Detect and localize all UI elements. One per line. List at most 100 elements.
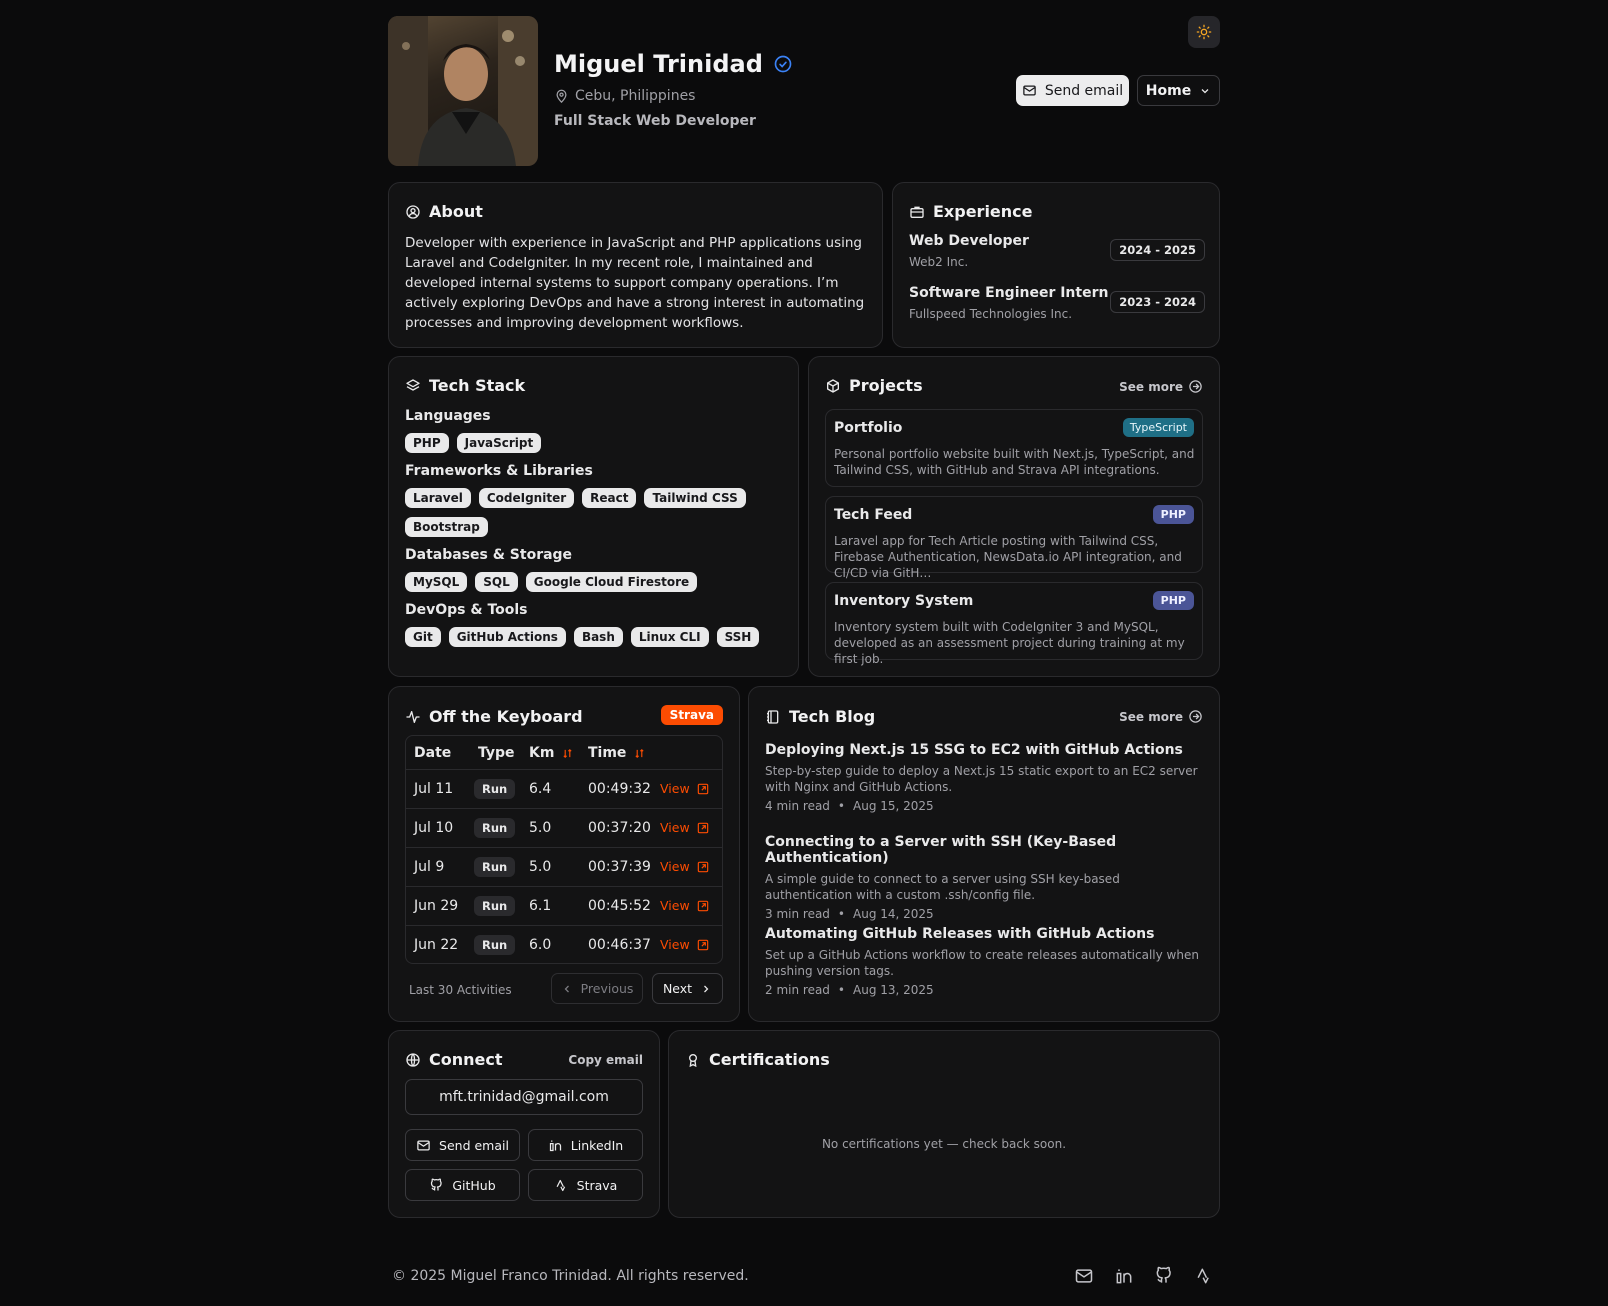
projects-card: Projects See more Portfolio TypeScript P… [808, 356, 1220, 677]
activity-time: 00:49:32 [588, 781, 651, 797]
blog-post[interactable]: Automating GitHub Releases with GitHub A… [765, 926, 1205, 997]
project-desc: Laravel app for Tech Article posting wit… [834, 534, 1182, 580]
activity-km: 6.4 [529, 781, 552, 797]
blog-post[interactable]: Connecting to a Server with SSH (Key-Bas… [765, 834, 1205, 921]
activity-row: Jul 11 Run 6.4 00:49:32 View [406, 770, 722, 809]
blog-post-desc: A simple guide to connect to a server us… [765, 872, 1120, 902]
about-title: About [429, 202, 483, 221]
blog-see-more-link[interactable]: See more [1119, 709, 1203, 724]
view-label: View [660, 859, 690, 874]
tech-chip: Git [405, 627, 441, 647]
experience-title: Experience [933, 202, 1033, 221]
tech-chip: GitHub Actions [448, 627, 566, 647]
view-label: View [660, 781, 690, 796]
footer-mail-icon[interactable] [1074, 1266, 1094, 1286]
activity-type-badge: Run [474, 818, 516, 838]
activities-count-note: Last 30 Activities [409, 983, 512, 997]
github-button[interactable]: GitHub [405, 1169, 520, 1201]
column-header-type: Type [478, 745, 515, 761]
project-badge: PHP [1152, 591, 1194, 610]
previous-label: Previous [580, 981, 634, 996]
bullet-separator: • [837, 799, 845, 813]
activity-date: Jun 22 [414, 937, 459, 953]
project-item[interactable]: Portfolio TypeScript Personal portfolio … [825, 409, 1203, 487]
activities-title: Off the Keyboard [429, 707, 583, 726]
activity-view-link[interactable]: View [660, 859, 710, 874]
experience-item: Web Developer Web2 Inc. 2024 - 2025 [909, 233, 1205, 269]
activity-row: Jun 22 Run 6.0 00:46:37 View [406, 926, 722, 963]
linkedin-label: LinkedIn [570, 1137, 624, 1153]
blog-post-date: Aug 14, 2025 [853, 907, 934, 921]
project-badge: PHP [1152, 505, 1194, 524]
tech-chip: Bootstrap [405, 517, 488, 537]
column-header-km[interactable]: Km [529, 745, 573, 761]
projects-see-more-link[interactable]: See more [1119, 379, 1203, 394]
mail-icon [416, 1138, 431, 1153]
activity-view-link[interactable]: View [660, 898, 710, 913]
activity-date: Jul 11 [414, 781, 454, 797]
blog-post-date: Aug 13, 2025 [853, 983, 934, 997]
about-text: Developer with experience in JavaScript … [405, 235, 865, 331]
project-item[interactable]: Inventory System PHP Inventory system bu… [825, 582, 1203, 666]
view-label: View [660, 820, 690, 835]
theme-toggle-button[interactable] [1188, 16, 1220, 48]
mail-icon [1022, 83, 1037, 98]
next-page-button[interactable]: Next [652, 973, 723, 1004]
blog-card: Tech Blog See more Deploying Next.js 15 … [748, 686, 1220, 1022]
activities-card: Off the Keyboard Strava Date Type Km Tim… [388, 686, 740, 1022]
tech-chip: React [582, 488, 637, 508]
activity-view-link[interactable]: View [660, 937, 710, 952]
notebook-icon [765, 709, 781, 725]
activity-date: Jul 10 [414, 820, 454, 836]
project-name: Inventory System [834, 593, 974, 609]
package-icon [825, 378, 841, 394]
arrow-right-circle-icon [1188, 709, 1203, 724]
tech-chip: Bash [573, 627, 623, 647]
tech-group-label: Languages [405, 408, 491, 424]
activities-table: Date Type Km Time Jul 11 Run 6.4 00:49:32 Vi… [405, 735, 723, 964]
experience-item: Software Engineer Intern Fullspeed Techn… [909, 285, 1205, 321]
previous-page-button[interactable]: Previous [551, 973, 643, 1004]
blog-post-desc: Set up a GitHub Actions workflow to crea… [765, 948, 1199, 978]
github-label: GitHub [452, 1177, 496, 1193]
blog-post-title: Deploying Next.js 15 SSG to EC2 with Git… [765, 742, 1183, 758]
footer-copyright: © 2025 Miguel Franco Trinidad. All right… [392, 1268, 749, 1284]
linkedin-button[interactable]: LinkedIn [528, 1129, 643, 1161]
footer-linkedin-icon[interactable] [1114, 1266, 1134, 1286]
avatar [388, 16, 538, 166]
tech-chip: SQL [475, 572, 518, 592]
chevron-down-icon [1199, 85, 1211, 97]
km-header-label: Km [529, 745, 555, 761]
external-link-icon [696, 860, 710, 874]
experience-years-badge: 2023 - 2024 [1110, 291, 1205, 313]
connect-send-email-button[interactable]: Send email [405, 1129, 520, 1161]
footer-strava-icon[interactable] [1194, 1266, 1214, 1286]
column-header-time[interactable]: Time [588, 745, 645, 761]
github-icon [429, 1178, 444, 1193]
tech-stack-title: Tech Stack [429, 376, 526, 395]
project-desc: Inventory system built with CodeIgniter … [834, 620, 1185, 666]
user-circle-icon [405, 204, 421, 220]
nav-select[interactable]: Home [1137, 75, 1220, 106]
send-email-label: Send email [439, 1137, 509, 1153]
copy-email-button[interactable]: Copy email [568, 1053, 643, 1067]
connect-title: Connect [429, 1050, 503, 1069]
email-field[interactable]: mft.trinidad@gmail.com [405, 1079, 643, 1115]
project-item[interactable]: Tech Feed PHP Laravel app for Tech Artic… [825, 496, 1203, 580]
strava-icon [554, 1178, 569, 1193]
footer-github-icon[interactable] [1154, 1266, 1174, 1286]
globe-icon [405, 1052, 421, 1068]
activity-km: 6.0 [529, 937, 552, 953]
verified-badge-icon [773, 54, 793, 74]
tech-group-label: DevOps & Tools [405, 602, 528, 618]
activity-time: 00:45:52 [588, 898, 651, 914]
activity-time: 00:37:20 [588, 820, 651, 836]
header-send-email-button[interactable]: Send email [1016, 75, 1129, 106]
linkedin-icon [548, 1138, 563, 1153]
project-desc: Personal portfolio website built with Ne… [834, 447, 1195, 477]
activity-type-badge: Run [474, 779, 516, 799]
activity-view-link[interactable]: View [660, 820, 710, 835]
strava-button[interactable]: Strava [528, 1169, 643, 1201]
activity-view-link[interactable]: View [660, 781, 710, 796]
blog-post[interactable]: Deploying Next.js 15 SSG to EC2 with Git… [765, 742, 1205, 813]
